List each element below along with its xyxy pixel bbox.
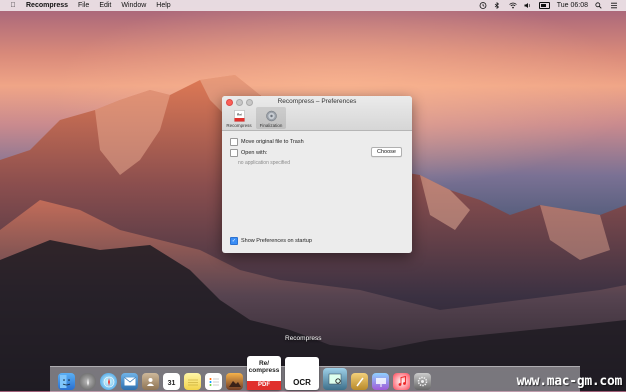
dock-tooltip: Recompress	[285, 335, 322, 342]
tab-recompress[interactable]: Re/ Recompress	[224, 107, 254, 129]
show-prefs-row: ✓ Show Preferences on startup	[230, 237, 312, 245]
choose-button[interactable]: Choose	[371, 147, 402, 157]
finder-icon[interactable]	[58, 373, 75, 390]
ocr-dock-icon[interactable]: OCR	[285, 357, 319, 390]
wifi-icon[interactable]	[508, 2, 517, 9]
show-prefs-checkbox[interactable]: ✓	[230, 237, 238, 245]
move-to-trash-checkbox[interactable]	[230, 138, 238, 146]
reminders-icon[interactable]	[205, 373, 222, 390]
window-title: Recompress – Preferences	[277, 98, 357, 105]
battery-icon[interactable]	[538, 2, 550, 9]
recompress-tab-icon: Re/	[233, 110, 246, 122]
menu-app-name[interactable]: Recompress	[26, 2, 68, 9]
show-prefs-label[interactable]: Show Preferences on startup	[241, 238, 312, 244]
menubar-clock[interactable]: Tue 06:08	[557, 2, 588, 9]
safari-icon[interactable]	[100, 373, 117, 390]
recompress-icon-line1: Re/	[258, 360, 270, 367]
open-with-checkbox[interactable]	[230, 149, 238, 157]
menu-edit[interactable]: Edit	[99, 2, 111, 9]
menu-bar:  Recompress File Edit Window Help Tue 0…	[0, 0, 626, 11]
calendar-day: 31	[167, 379, 176, 387]
tab-finalization[interactable]: Finalization	[256, 107, 286, 129]
mail-icon[interactable]	[121, 373, 138, 390]
calendar-icon[interactable]: 31	[163, 373, 180, 390]
keynote-icon[interactable]	[372, 373, 389, 390]
recompress-dock-icon[interactable]: Re/ compress PDF	[247, 356, 281, 390]
bluetooth-icon[interactable]	[494, 1, 502, 10]
preferences-tabs: Re/ Recompress Finalization	[224, 107, 286, 129]
open-with-label[interactable]: Open with:	[241, 150, 267, 156]
preferences-content: Move original file to Trash Open with: n…	[222, 131, 412, 253]
time-machine-icon[interactable]	[479, 2, 487, 9]
window-toolbar: Recompress – Preferences Re/ Recompress …	[222, 96, 412, 131]
notes-icon[interactable]	[184, 373, 201, 390]
menu-file[interactable]: File	[78, 2, 89, 9]
svg-text:Re/: Re/	[237, 113, 242, 117]
music-icon[interactable]	[393, 373, 410, 390]
preferences-window: Recompress – Preferences Re/ Recompress …	[222, 96, 412, 253]
recompress-icon-line2: compress	[248, 367, 280, 374]
move-to-trash-row: Move original file to Trash	[230, 138, 304, 146]
apple-menu-icon[interactable]: 	[9, 2, 17, 9]
move-to-trash-label[interactable]: Move original file to Trash	[241, 139, 304, 145]
open-with-hint: no application specified	[238, 160, 290, 166]
tab-finalization-label: Finalization	[259, 123, 283, 128]
notification-center-icon[interactable]	[610, 2, 618, 9]
spotlight-search-icon[interactable]	[595, 2, 603, 9]
menu-window[interactable]: Window	[121, 2, 146, 9]
contacts-icon[interactable]	[142, 373, 159, 390]
menu-help[interactable]: Help	[156, 2, 170, 9]
dock-items: 31 Re/ compress PDF OCR	[58, 356, 431, 390]
preview-icon[interactable]	[323, 368, 347, 390]
volume-icon[interactable]	[524, 2, 532, 9]
tab-recompress-label: Recompress	[226, 123, 252, 128]
recompress-icon-pdf: PDF	[247, 381, 281, 390]
photos-icon[interactable]	[226, 373, 243, 390]
watermark-text: www.mac-gm.com	[516, 374, 623, 389]
finalization-tab-icon	[265, 110, 278, 122]
system-preferences-icon[interactable]	[414, 373, 431, 390]
pages-icon[interactable]	[351, 373, 368, 390]
open-with-row: Open with:	[230, 149, 267, 157]
launchpad-icon[interactable]	[79, 373, 96, 390]
ocr-icon-label: OCR	[293, 378, 311, 387]
